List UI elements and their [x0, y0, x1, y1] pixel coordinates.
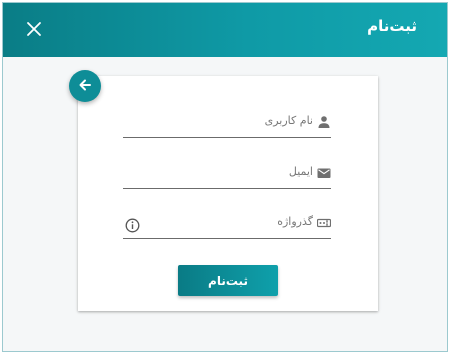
info-icon[interactable]: [125, 218, 140, 233]
dialog-title: ثبت‌نام: [367, 17, 417, 35]
arrow-left-icon: [78, 77, 92, 96]
submit-button[interactable]: ثبت‌نام: [178, 265, 278, 296]
username-field[interactable]: نام کاربری: [123, 109, 335, 138]
username-input[interactable]: [123, 109, 335, 137]
person-icon: [317, 114, 331, 128]
signup-form-card: نام کاربری ایمیل گذروا: [78, 76, 378, 311]
email-input[interactable]: [123, 160, 335, 188]
dialog-header: ثبت‌نام: [3, 3, 447, 57]
password-field[interactable]: گذرواژه: [123, 210, 335, 239]
password-icon: [316, 215, 332, 229]
close-icon[interactable]: [25, 20, 43, 38]
mail-icon: [317, 165, 331, 179]
back-button[interactable]: [69, 70, 101, 102]
email-field[interactable]: ایمیل: [123, 160, 335, 189]
password-input[interactable]: [123, 210, 335, 238]
signup-dialog: ثبت‌نام نام کاربری: [2, 2, 448, 352]
